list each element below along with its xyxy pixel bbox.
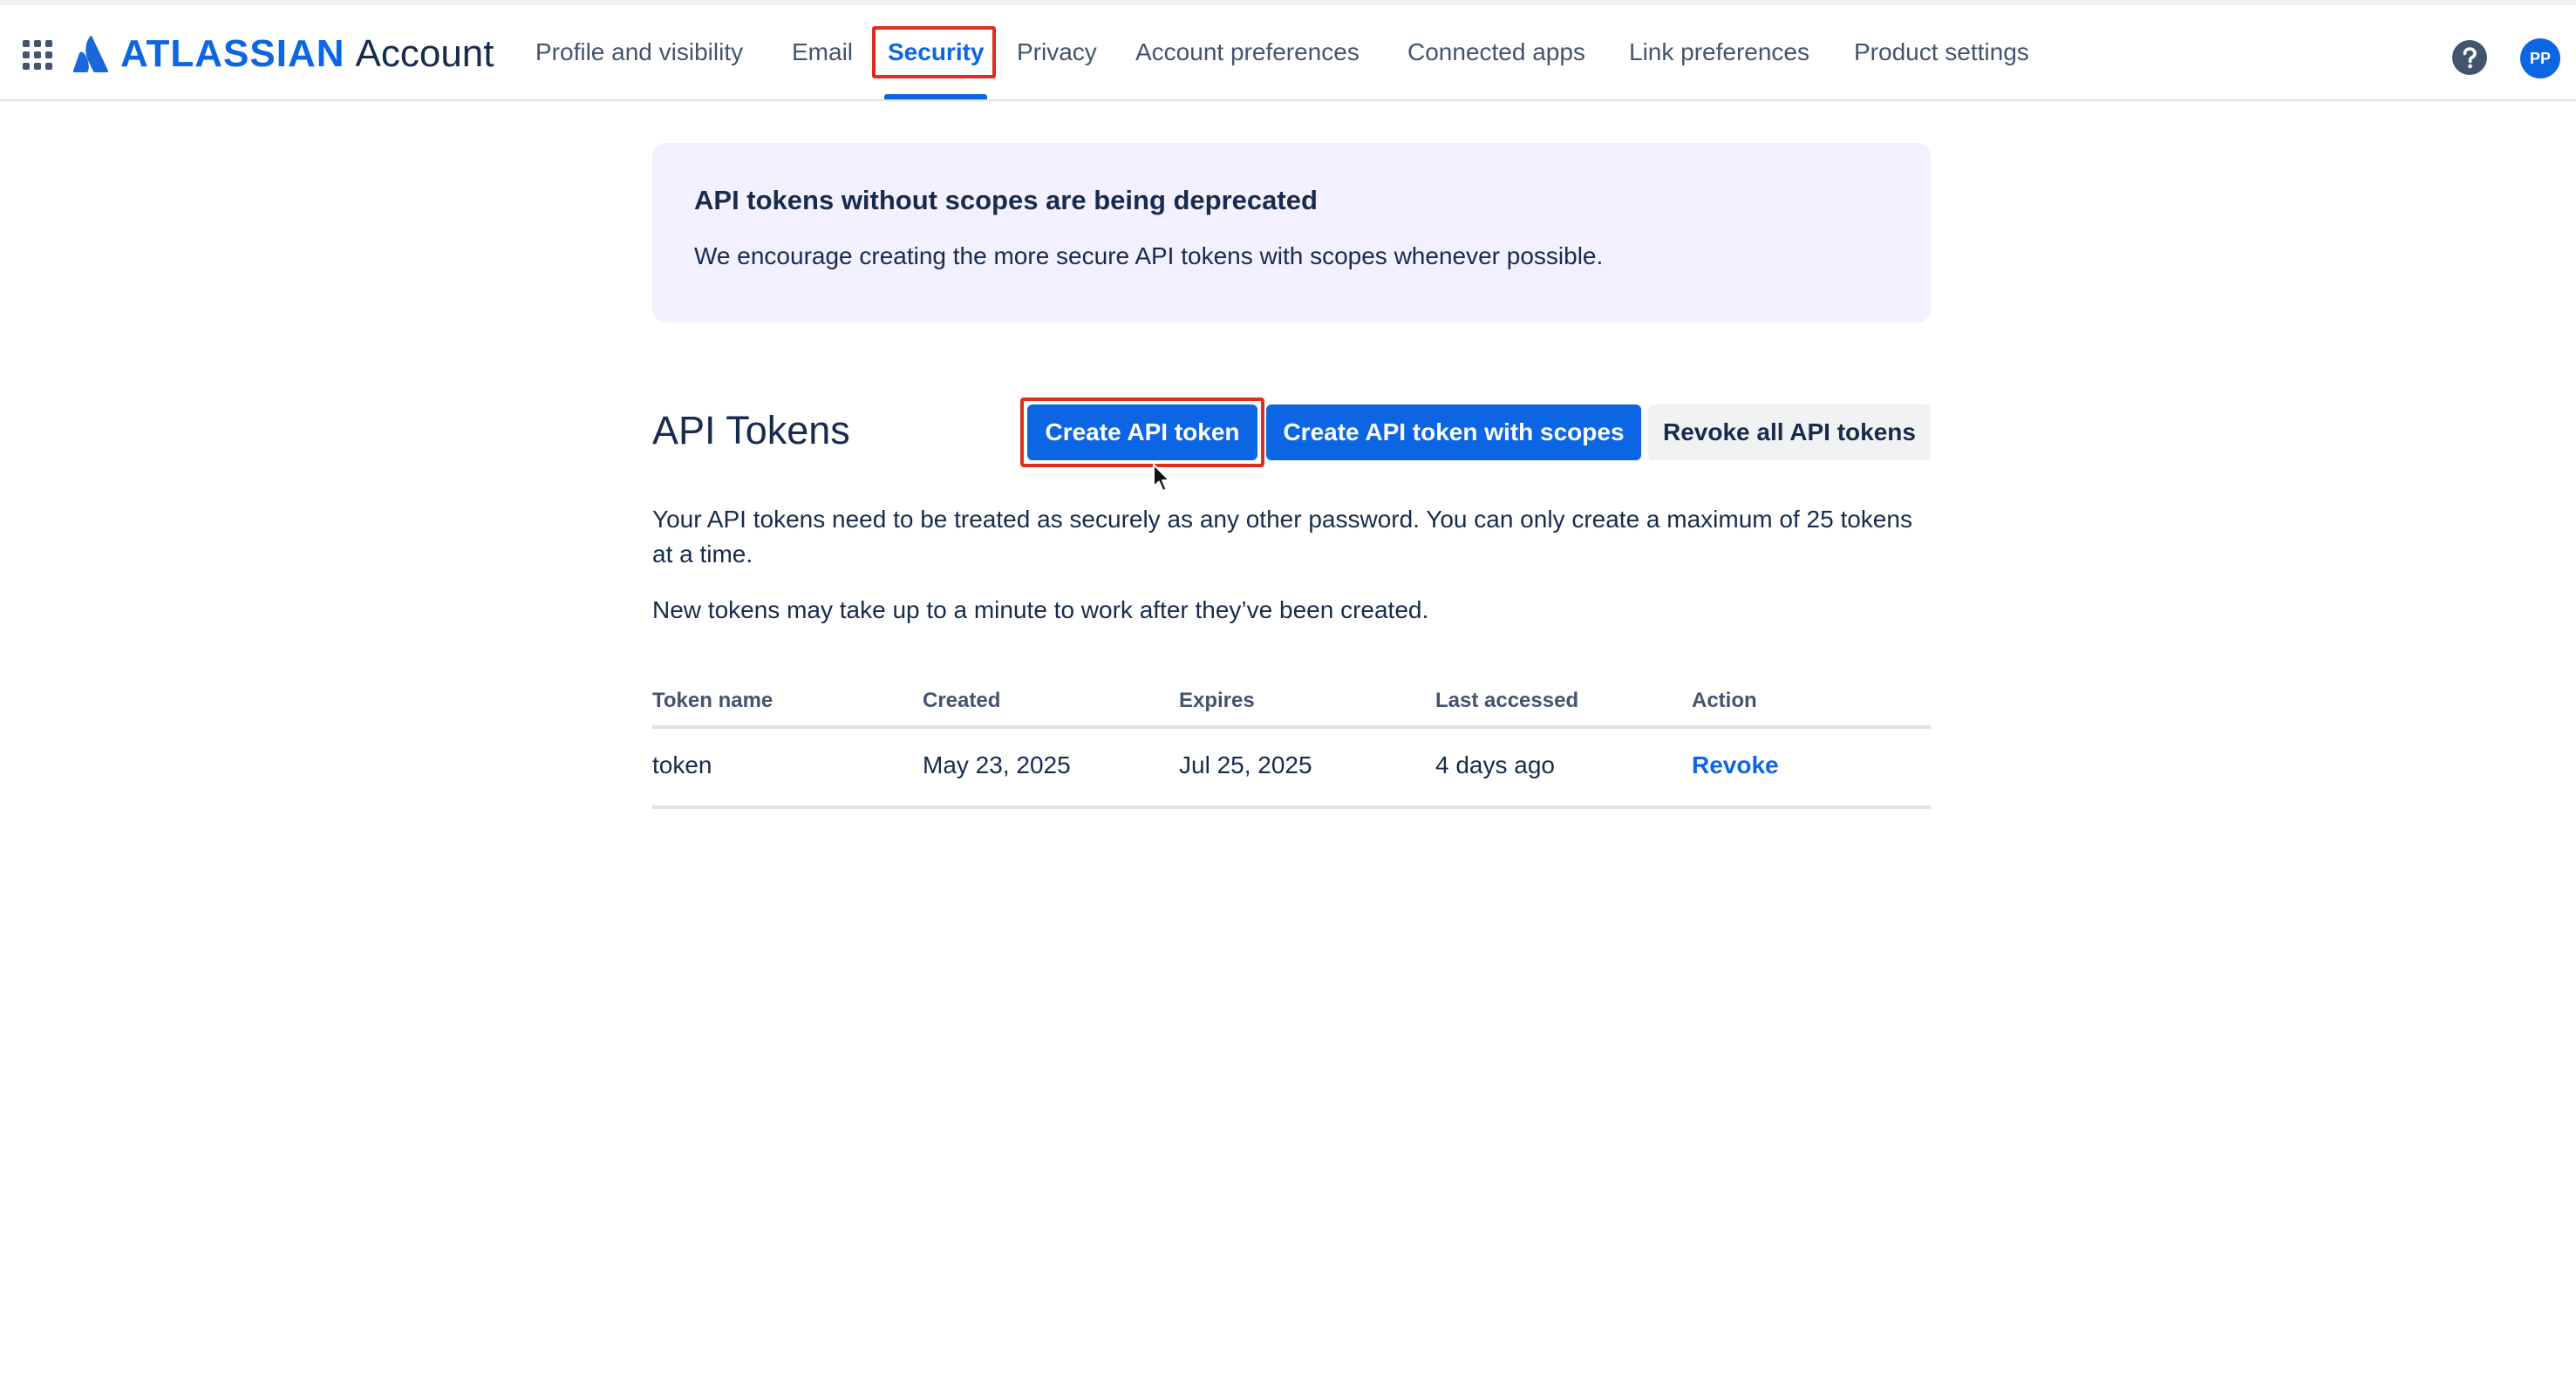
tab-email[interactable]: Email: [792, 38, 853, 66]
last-accessed-cell: 4 days ago: [1435, 751, 1555, 778]
help-icon[interactable]: [2452, 40, 2487, 75]
column-header-token-name: Token name: [652, 689, 773, 712]
tab-link-preferences[interactable]: Link preferences: [1629, 38, 1809, 66]
tab-security[interactable]: Security: [888, 38, 985, 66]
token-delay-note: New tokens may take up to a minute to wo…: [652, 596, 1429, 623]
revoke-all-api-tokens-button[interactable]: Revoke all API tokens: [1648, 404, 1931, 460]
column-header-last-accessed: Last accessed: [1435, 689, 1579, 712]
brand-name: ATLASSIAN: [120, 32, 345, 75]
tab-connected-apps[interactable]: Connected apps: [1407, 38, 1585, 66]
table-header-row: Token name Created Expires Last accessed…: [652, 685, 1931, 729]
tab-account-preferences[interactable]: Account preferences: [1135, 38, 1360, 66]
created-date-cell: May 23, 2025: [923, 751, 1071, 778]
tab-profile-and-visibility[interactable]: Profile and visibility: [535, 38, 743, 66]
page-title: API Tokens: [652, 408, 850, 452]
table-row: token May 23, 2025 Jul 25, 2025 4 days a…: [652, 729, 1931, 809]
expires-date-cell: Jul 25, 2025: [1179, 751, 1312, 778]
api-tokens-table: Token name Created Expires Last accessed…: [652, 685, 1931, 809]
avatar[interactable]: PP: [2520, 38, 2560, 78]
create-api-token-with-scopes-button[interactable]: Create API token with scopes: [1266, 404, 1641, 460]
tab-privacy[interactable]: Privacy: [1017, 38, 1097, 66]
active-tab-indicator: [884, 94, 987, 99]
token-security-description: Your API tokens need to be treated as se…: [652, 506, 1912, 567]
column-header-action: Action: [1692, 689, 1757, 712]
mouse-cursor-icon: [1153, 464, 1170, 492]
top-navigation-bar: ATLASSIAN Account Profile and visibility…: [0, 5, 2576, 101]
banner-text: We encourage creating the more secure AP…: [694, 242, 1604, 269]
app-switcher-icon[interactable]: [23, 40, 52, 70]
create-api-token-button[interactable]: Create API token: [1027, 404, 1257, 460]
tab-product-settings[interactable]: Product settings: [1854, 38, 2029, 66]
atlassian-logo-icon: [73, 36, 108, 72]
column-header-expires: Expires: [1179, 689, 1255, 712]
product-name: Account: [355, 32, 494, 75]
column-header-created: Created: [923, 689, 1001, 712]
deprecation-banner: API tokens without scopes are being depr…: [652, 143, 1931, 323]
banner-title: API tokens without scopes are being depr…: [694, 185, 1318, 215]
revoke-token-link[interactable]: Revoke: [1692, 751, 1779, 779]
token-name-cell: token: [652, 751, 712, 778]
atlassian-account-logo[interactable]: ATLASSIAN Account: [73, 31, 494, 77]
